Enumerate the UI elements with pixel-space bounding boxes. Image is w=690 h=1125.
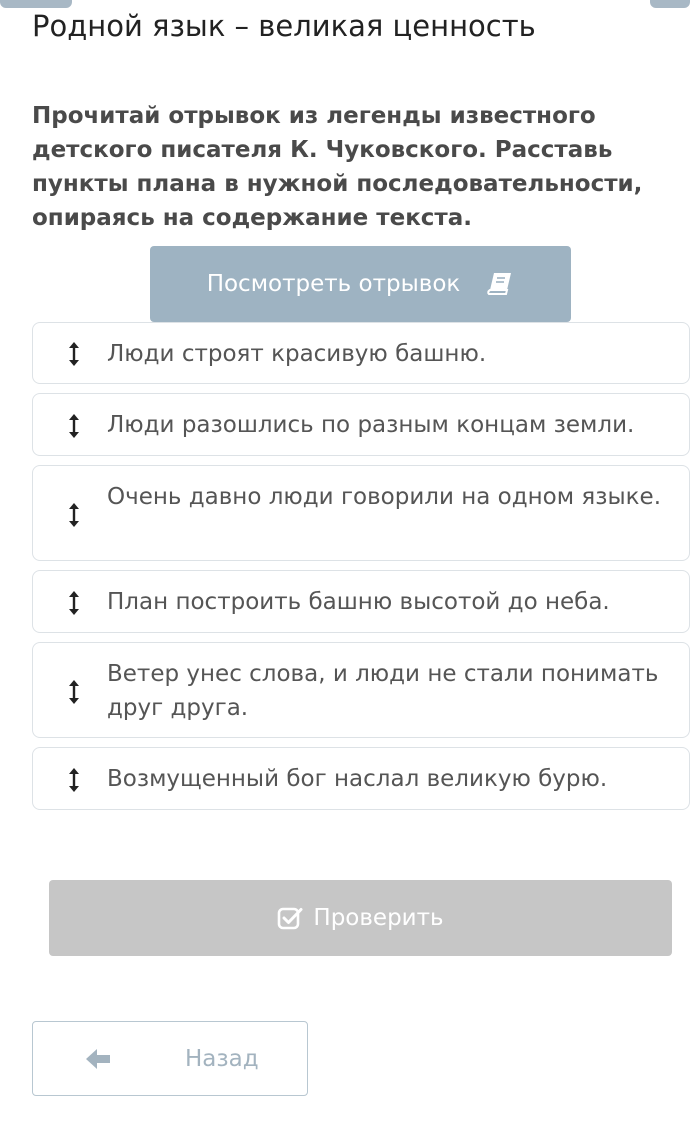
plan-item-6[interactable]: Возмущенный бог наслал великую бурю. <box>32 747 690 810</box>
book-icon <box>487 273 512 295</box>
plan-item-text: Люди строят красивую башню. <box>107 341 487 367</box>
page-title: Родной язык – великая ценность <box>32 9 536 43</box>
vertical-arrows-icon <box>69 591 79 615</box>
task-instruction: Прочитай отрывок из легенды известного д… <box>32 103 643 231</box>
plan-item-text: План построить башню высотой до неба. <box>107 589 610 615</box>
view-excerpt-label: Посмотреть отрывок <box>206 271 461 297</box>
vertical-arrows-icon <box>69 503 79 527</box>
back-button[interactable]: Назад <box>32 1021 308 1096</box>
vertical-arrows-icon <box>69 768 79 792</box>
plan-item-text: Очень давно люди говорили на одном языке… <box>107 484 661 510</box>
plan-item-text: Возмущенный бог наслал великую бурю. <box>107 766 608 792</box>
view-excerpt-button[interactable]: Посмотреть отрывок <box>150 246 571 322</box>
vertical-arrows-icon <box>69 680 79 704</box>
arrow-left-icon <box>86 1049 110 1069</box>
vertical-arrows-icon <box>69 414 79 438</box>
top-tab-right[interactable] <box>650 0 690 8</box>
vertical-arrows-icon <box>69 342 79 366</box>
plan-item-1[interactable]: Люди строят красивую башню. <box>32 322 690 384</box>
check-button[interactable]: Проверить <box>49 880 672 956</box>
plan-item-3[interactable]: Очень давно люди говорили на одном языке… <box>32 465 690 561</box>
plan-item-text: Люди разошлись по разным концам земли. <box>107 412 635 438</box>
plan-item-4[interactable]: План построить башню высотой до неба. <box>32 570 690 633</box>
back-button-label: Назад <box>185 1046 259 1072</box>
plan-item-2[interactable]: Люди разошлись по разным концам земли. <box>32 393 690 456</box>
plan-item-text: Ветер унес слова, и люди не стали понима… <box>107 661 659 721</box>
check-button-label: Проверить <box>313 905 444 931</box>
checkbox-check-icon <box>278 907 303 930</box>
plan-item-5[interactable]: Ветер унес слова, и люди не стали понима… <box>32 642 690 738</box>
